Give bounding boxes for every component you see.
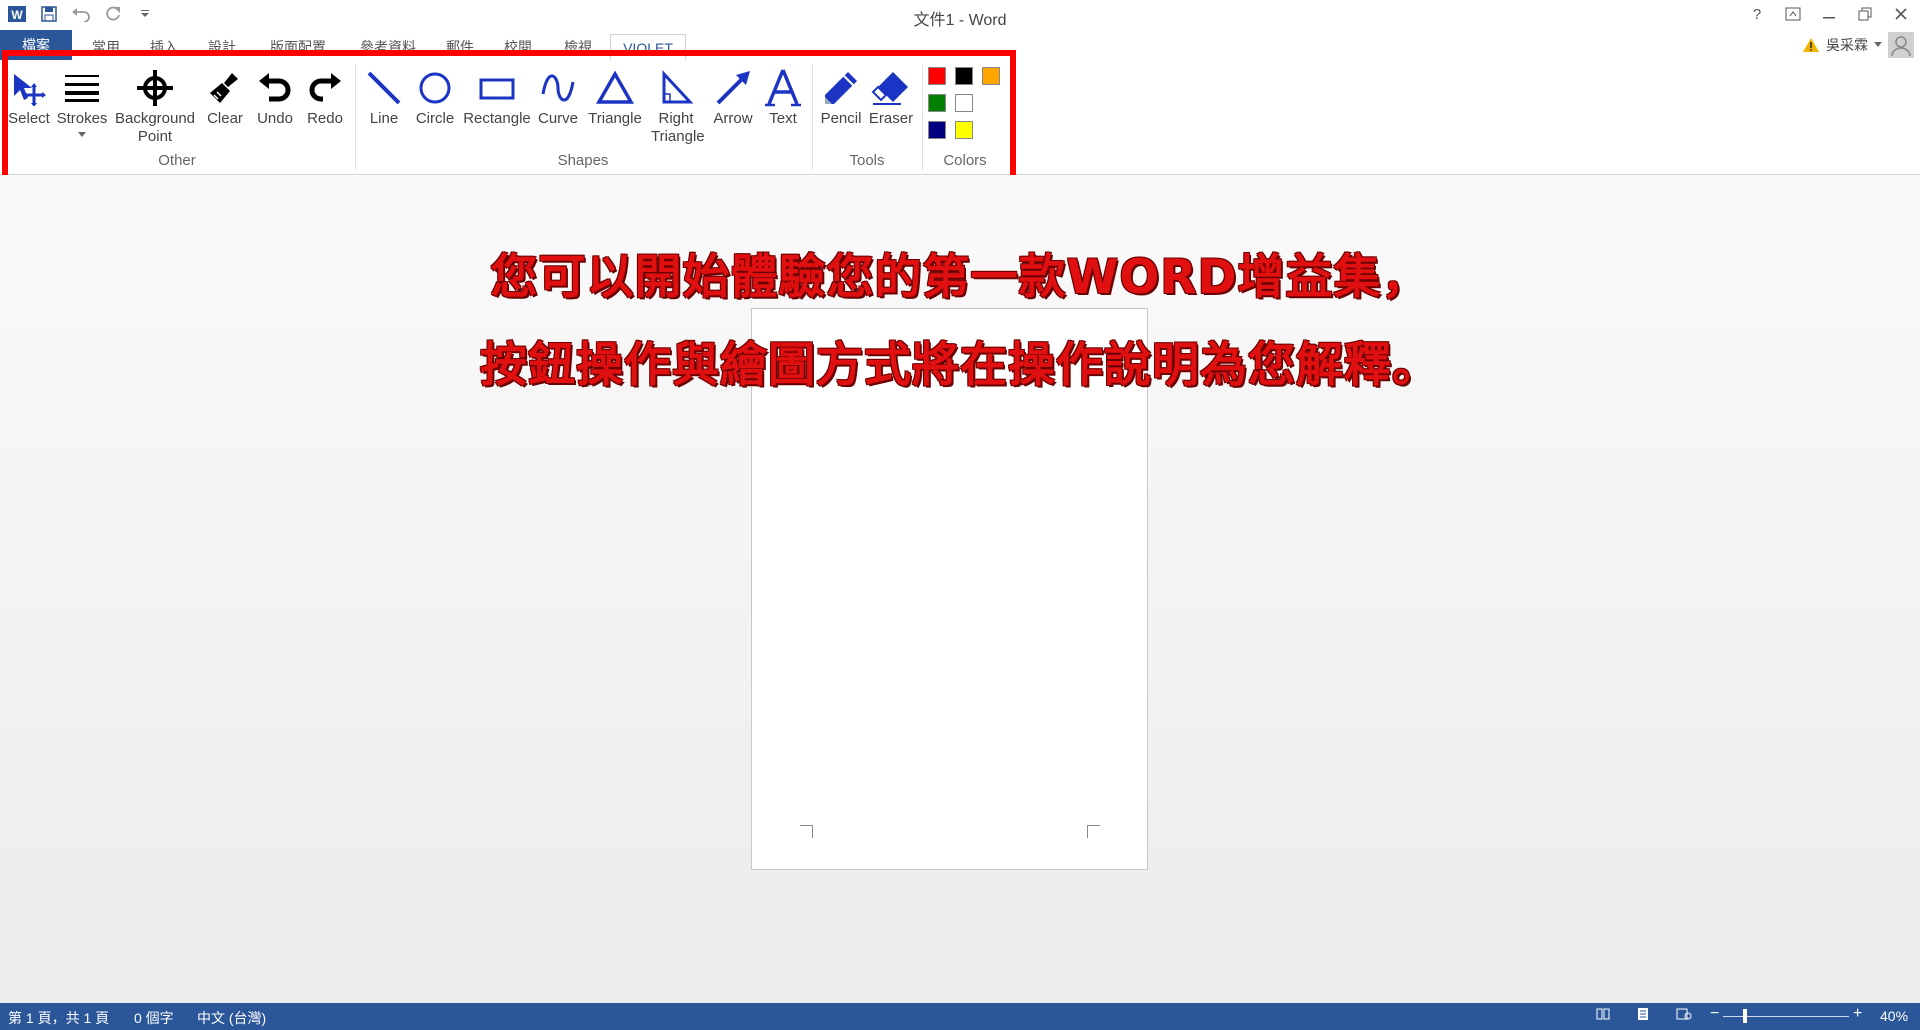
zoom-slider-thumb[interactable] <box>1743 1009 1747 1023</box>
zoom-level[interactable]: 40% <box>1880 1008 1908 1024</box>
overlay-text-line2: 按鈕操作與繪圖方式將在操作說明為您解釋。 <box>480 338 1440 393</box>
overlay-text-line1: 您可以開始體驗您的第一款WORD增益集， <box>490 250 1430 305</box>
status-language[interactable]: 中文 (台灣) <box>197 1008 266 1028</box>
ribbon-display-options-icon[interactable] <box>1780 2 1806 26</box>
print-layout-icon[interactable] <box>1636 1007 1650 1024</box>
avatar[interactable] <box>1888 32 1914 58</box>
restore-icon[interactable] <box>1852 2 1878 26</box>
help-icon[interactable]: ? <box>1744 2 1770 26</box>
title-bar: W 文件1 - Word ? <box>0 0 1920 30</box>
minimize-icon[interactable] <box>1816 2 1842 26</box>
status-page[interactable]: 第 1 頁，共 1 頁 <box>8 1008 109 1028</box>
zoom-slider[interactable] <box>1723 1016 1849 1017</box>
read-mode-icon[interactable] <box>1596 1007 1610 1024</box>
window-controls: ? <box>1744 2 1914 26</box>
window-title: 文件1 - Word <box>913 12 1007 29</box>
zoom-out-icon[interactable]: − <box>1710 1005 1719 1023</box>
page-margin-mark <box>1087 825 1100 838</box>
close-icon[interactable] <box>1888 2 1914 26</box>
zoom-in-icon[interactable]: + <box>1853 1005 1862 1023</box>
web-layout-icon[interactable] <box>1676 1007 1692 1024</box>
status-word-count[interactable]: 0 個字 <box>134 1008 174 1028</box>
status-bar: 第 1 頁，共 1 頁 0 個字 中文 (台灣) − + 40% <box>0 1003 1920 1030</box>
user-name: 吳采霖 <box>1826 37 1868 53</box>
page-margin-mark <box>800 825 813 838</box>
chevron-down-icon <box>1874 42 1882 47</box>
highlight-box <box>2 50 1016 182</box>
warning-icon <box>1803 38 1819 52</box>
user-account[interactable]: 吳采霖 <box>1802 30 1914 60</box>
